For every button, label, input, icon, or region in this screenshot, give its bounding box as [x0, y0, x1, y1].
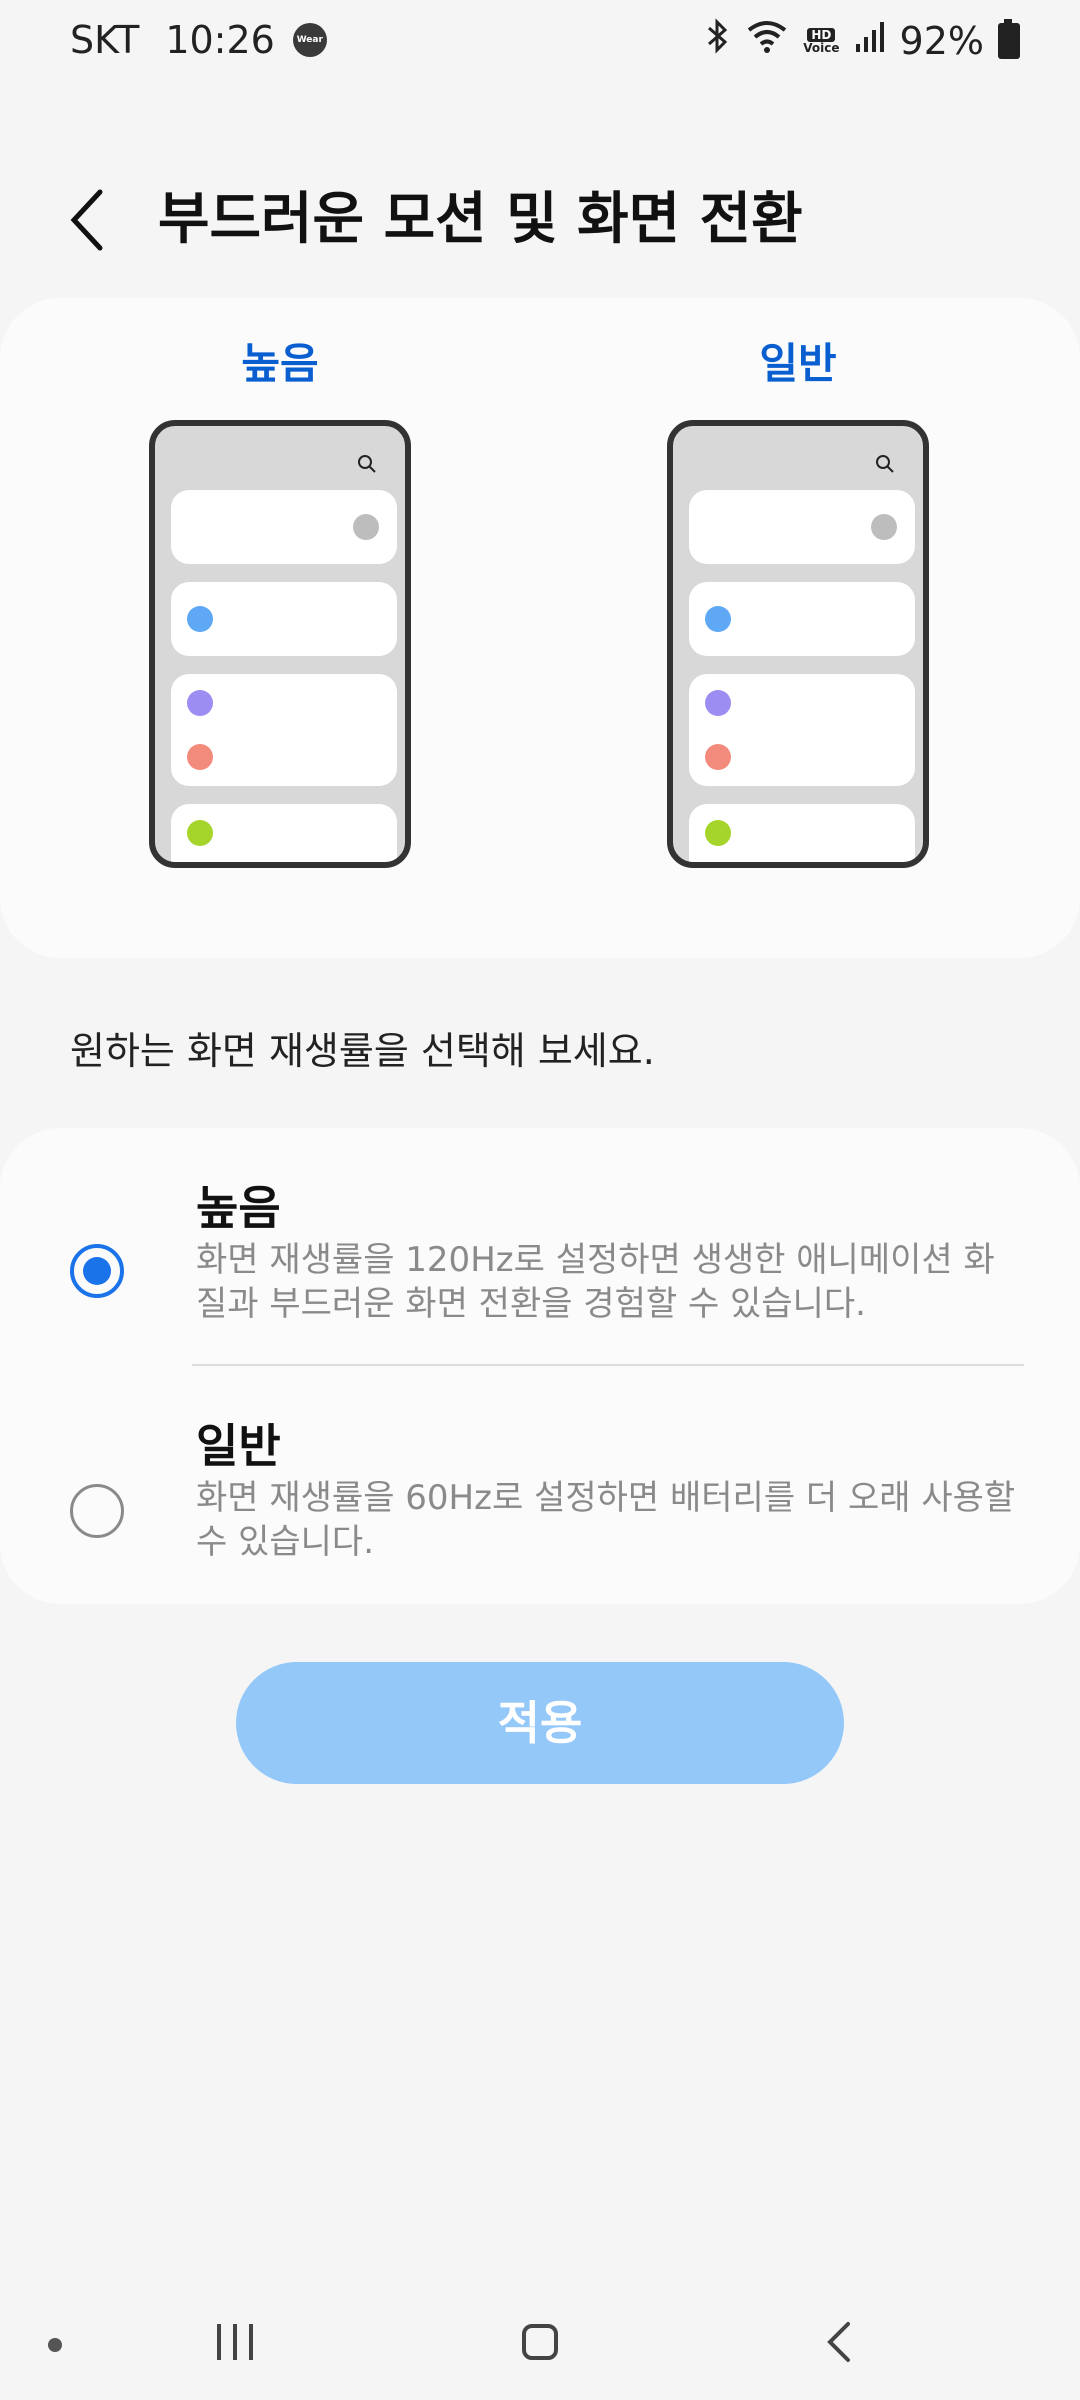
home-icon: [522, 2324, 558, 2360]
preview-card: 높음 일반: [0, 298, 1080, 958]
refresh-rate-options: 높음 화면 재생률을 120Hz로 설정하면 생생한 애니메이션 화질과 부드러…: [0, 1128, 1080, 1604]
dot: [187, 690, 213, 716]
divider: [192, 1364, 1024, 1366]
dot: [353, 514, 379, 540]
bluetooth-icon: [703, 18, 731, 63]
dot: [187, 820, 213, 846]
mini-card: [689, 490, 915, 564]
preview-normal-label: 일반: [759, 339, 837, 388]
battery-percent: 92%: [899, 18, 984, 63]
mini-card: [689, 804, 915, 862]
nav-indicator-dot: [48, 2338, 62, 2352]
hd-voice-icon: HD Voice: [803, 27, 840, 55]
battery-icon: [998, 18, 1020, 59]
radio-high[interactable]: [70, 1244, 124, 1298]
clock: 10:26: [165, 18, 275, 62]
description-text: 원하는 화면 재생률을 선택해 보세요.: [70, 1029, 655, 1073]
mini-card: [689, 674, 915, 786]
back-button[interactable]: [60, 180, 120, 260]
signal-icon: [854, 19, 886, 63]
mini-card: [171, 674, 397, 786]
preview-high: 높음: [130, 334, 430, 868]
option-high-title: 높음: [196, 1181, 281, 1235]
preview-high-label: 높음: [241, 339, 319, 388]
recents-button[interactable]: [205, 2310, 265, 2374]
search-icon: [876, 455, 894, 473]
recents-icon: [217, 2324, 253, 2360]
phone-preview-high: [149, 420, 411, 868]
phone-preview-normal: [667, 420, 929, 868]
mini-card: [171, 804, 397, 862]
radio-normal[interactable]: [70, 1484, 124, 1538]
option-normal-title: 일반: [196, 1419, 281, 1473]
back-icon: [827, 2322, 850, 2362]
option-normal[interactable]: 일반 화면 재생률을 60Hz로 설정하면 배터리를 더 오래 사용할 수 있습…: [0, 1410, 1080, 1590]
preview-normal: 일반: [648, 334, 948, 868]
status-bar-left: SKT 10:26 Wear: [70, 18, 327, 62]
option-high-description: 화면 재생률을 120Hz로 설정하면 생생한 애니메이션 화질과 부드러운 화…: [196, 1240, 995, 1324]
chevron-left-icon: [70, 189, 103, 251]
dot: [705, 606, 731, 632]
apply-button[interactable]: 적용: [236, 1662, 844, 1784]
option-high[interactable]: 높음 화면 재생률을 120Hz로 설정하면 생생한 애니메이션 화질과 부드러…: [0, 1172, 1080, 1352]
dot: [705, 820, 731, 846]
navigation-bar: [0, 2290, 1080, 2400]
search-icon: [358, 455, 376, 473]
app-header: 부드러운 모션 및 화면 전환: [0, 170, 1080, 280]
dot: [187, 744, 213, 770]
mini-card: [689, 582, 915, 656]
page-title: 부드러운 모션 및 화면 전환: [158, 187, 803, 252]
dot: [705, 744, 731, 770]
nav-back-button[interactable]: [810, 2310, 870, 2374]
mini-card: [171, 490, 397, 564]
carrier-label: SKT: [70, 18, 140, 62]
mini-card: [171, 582, 397, 656]
dot: [871, 514, 897, 540]
option-normal-description: 화면 재생률을 60Hz로 설정하면 배터리를 더 오래 사용할 수 있습니다.: [196, 1478, 1016, 1562]
dot: [705, 690, 731, 716]
status-bar-right: HD Voice 92%: [689, 18, 1020, 63]
dot: [187, 606, 213, 632]
wifi-icon: [745, 18, 789, 63]
home-button[interactable]: [510, 2310, 570, 2374]
status-bar: SKT 10:26 Wear HD Voice 92%: [0, 0, 1080, 90]
wear-icon: Wear: [292, 23, 327, 57]
